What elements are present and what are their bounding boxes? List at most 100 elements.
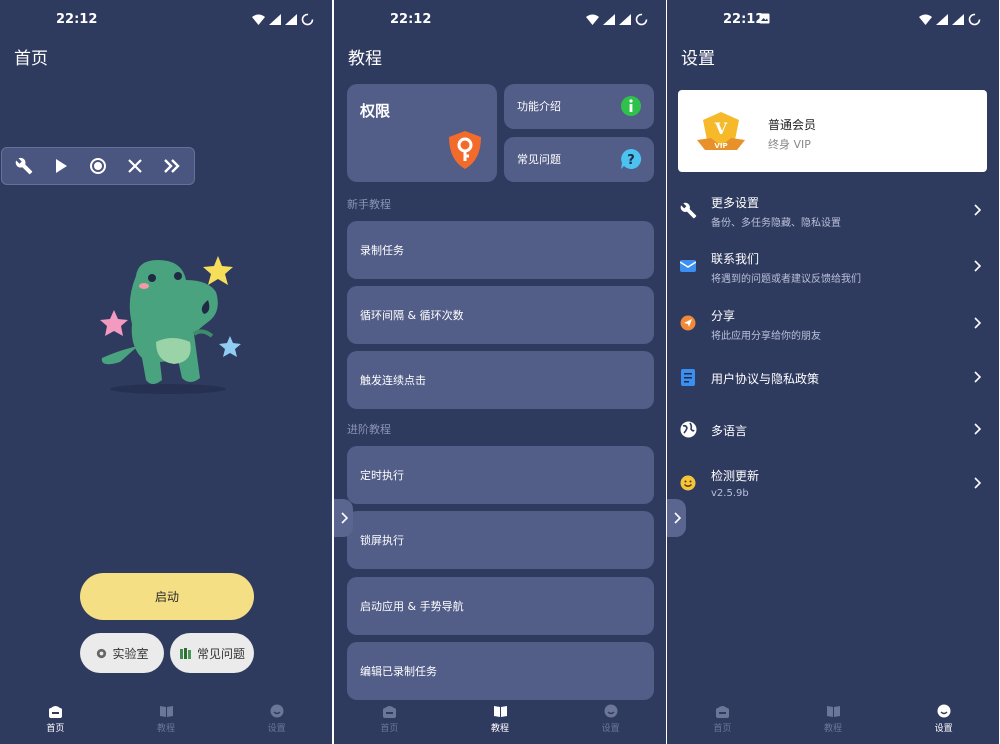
nav-home[interactable]: 首页 bbox=[667, 694, 778, 744]
status-icons bbox=[919, 13, 981, 26]
signal-icon bbox=[936, 14, 948, 25]
battery-ring-icon bbox=[635, 13, 648, 26]
nav-settings[interactable]: 设置 bbox=[555, 694, 666, 744]
tutorial-screen: 22:12 教程 权限 功能介绍 常见问题 ? 新手教程 录制任务 循环间隔 &… bbox=[334, 0, 666, 744]
nav-label: 教程 bbox=[824, 723, 843, 734]
vip-badge-text: VIP bbox=[714, 142, 727, 150]
faq-card-label: 常见问题 bbox=[517, 153, 561, 166]
nav-label: 设置 bbox=[934, 724, 953, 734]
document-icon bbox=[679, 368, 697, 386]
chevron-right-icon bbox=[974, 204, 981, 216]
nav-label: 教程 bbox=[157, 723, 176, 734]
settings-row-title: 更多设置 bbox=[711, 196, 760, 210]
faq-button[interactable]: 常见问题 bbox=[170, 633, 254, 673]
nav-home[interactable]: 首页 bbox=[334, 694, 445, 744]
gear-icon bbox=[97, 648, 107, 658]
settings-row-title: 多语言 bbox=[711, 424, 748, 438]
chevron-right-icon bbox=[974, 423, 981, 435]
permission-label: 权限 bbox=[360, 102, 391, 120]
tutorial-item[interactable]: 编辑已录制任务 bbox=[347, 642, 654, 700]
smiley-icon bbox=[604, 704, 618, 718]
settings-row-title: 联系我们 bbox=[711, 252, 760, 266]
book-icon bbox=[159, 705, 173, 717]
mail-icon bbox=[679, 257, 697, 275]
info-icon bbox=[621, 96, 641, 116]
nav-tutorial[interactable]: 教程 bbox=[111, 694, 222, 744]
app-version: v2.5.9b bbox=[711, 488, 749, 499]
nav-label: 教程 bbox=[491, 723, 510, 734]
status-bar: 22:12 bbox=[334, 0, 666, 40]
settings-row-language[interactable]: 多语言 bbox=[667, 404, 999, 454]
nav-tutorial[interactable]: 教程 bbox=[445, 694, 556, 744]
status-bar: 22:12 bbox=[667, 0, 999, 40]
settings-row-title: 分享 bbox=[711, 309, 736, 323]
settings-row-check-update[interactable]: 检测更新 v2.5.9b bbox=[667, 458, 999, 508]
books-icon bbox=[179, 647, 191, 659]
home-icon bbox=[382, 706, 396, 718]
battery-ring-icon bbox=[968, 13, 981, 26]
close-icon[interactable] bbox=[120, 151, 150, 181]
page-title: 教程 bbox=[348, 49, 382, 69]
side-drawer-handle[interactable] bbox=[334, 499, 353, 537]
permission-card[interactable]: 权限 bbox=[347, 84, 497, 182]
nav-label: 首页 bbox=[380, 724, 399, 734]
wifi-icon bbox=[252, 14, 265, 25]
feature-intro-label: 功能介绍 bbox=[517, 100, 561, 113]
vip-title: 普通会员 bbox=[768, 118, 817, 132]
page-title: 设置 bbox=[681, 49, 715, 69]
settings-row-contact-us[interactable]: 联系我们 将遇到的问题或者建议反馈给我们 bbox=[667, 241, 999, 291]
status-time: 22:12 bbox=[390, 12, 432, 27]
start-button[interactable]: 启动 bbox=[80, 573, 254, 620]
bottom-nav: 首页 教程 设置 bbox=[667, 694, 999, 744]
fast-forward-icon[interactable] bbox=[157, 151, 187, 181]
vip-badge-letter: V bbox=[714, 119, 728, 138]
settings-row-subtitle: 将遇到的问题或者建议反馈给我们 bbox=[711, 274, 861, 285]
wrench-icon[interactable] bbox=[9, 151, 39, 181]
tutorial-item[interactable]: 启动应用 & 手势导航 bbox=[347, 577, 654, 635]
nav-settings[interactable]: 设置 bbox=[221, 694, 332, 744]
status-bar: 22:12 bbox=[0, 0, 332, 40]
start-button-label: 启动 bbox=[154, 590, 179, 604]
question-bubble-icon: ? bbox=[621, 148, 642, 169]
image-notification-icon bbox=[759, 13, 770, 24]
home-screen: 22:12 首页 启动 实验室 常见问题 首页 教程 设置 bbox=[0, 0, 332, 744]
settings-row-user-agreement[interactable]: 用户协议与隐私政策 bbox=[667, 352, 999, 402]
tutorial-item[interactable]: 触发连续点击 bbox=[347, 351, 654, 409]
tutorial-item[interactable]: 循环间隔 & 循环次数 bbox=[347, 286, 654, 344]
side-drawer-handle[interactable] bbox=[667, 499, 686, 537]
nav-home[interactable]: 首页 bbox=[0, 694, 111, 744]
lab-button[interactable]: 实验室 bbox=[80, 633, 164, 673]
feature-intro-card[interactable]: 功能介绍 bbox=[504, 84, 654, 129]
tutorial-item[interactable]: 定时执行 bbox=[347, 446, 654, 504]
vip-card[interactable]: V VIP 普通会员 终身 VIP bbox=[678, 90, 987, 172]
key-shield-icon bbox=[449, 131, 481, 169]
settings-row-share[interactable]: 分享 将此应用分享给你的朋友 bbox=[667, 298, 999, 348]
signal-icon bbox=[269, 14, 281, 25]
book-icon bbox=[826, 705, 840, 717]
faq-card[interactable]: 常见问题 ? bbox=[504, 137, 654, 182]
page-title: 首页 bbox=[14, 49, 48, 69]
record-icon[interactable] bbox=[83, 151, 113, 181]
nav-label: 设置 bbox=[601, 724, 620, 734]
settings-row-subtitle: 将此应用分享给你的朋友 bbox=[711, 331, 821, 342]
settings-screen: 22:12 设置 V VIP 普通会员 终身 VIP 更多设置 备份、多任务隐藏… bbox=[667, 0, 999, 744]
nav-settings[interactable]: 设置 bbox=[888, 694, 999, 744]
settings-row-title: 检测更新 bbox=[711, 469, 760, 483]
nav-label: 首页 bbox=[713, 724, 732, 734]
settings-row-more-settings[interactable]: 更多设置 备份、多任务隐藏、隐私设置 bbox=[667, 185, 999, 235]
signal-icon bbox=[285, 14, 297, 25]
tutorial-item[interactable]: 锁屏执行 bbox=[347, 511, 654, 569]
home-icon bbox=[715, 706, 729, 718]
nav-tutorial[interactable]: 教程 bbox=[778, 694, 889, 744]
globe-icon bbox=[679, 420, 697, 438]
wifi-icon bbox=[586, 14, 599, 25]
nav-label: 首页 bbox=[46, 724, 65, 734]
settings-row-subtitle: 备份、多任务隐藏、隐私设置 bbox=[711, 218, 841, 229]
tutorial-item[interactable]: 录制任务 bbox=[347, 221, 654, 279]
chevron-right-icon bbox=[974, 477, 981, 489]
chevron-right-icon bbox=[974, 260, 981, 272]
play-icon[interactable] bbox=[46, 151, 76, 181]
chevron-right-icon bbox=[340, 512, 348, 524]
beginner-section-header: 新手教程 bbox=[347, 198, 391, 211]
advanced-section-header: 进阶教程 bbox=[347, 423, 391, 436]
